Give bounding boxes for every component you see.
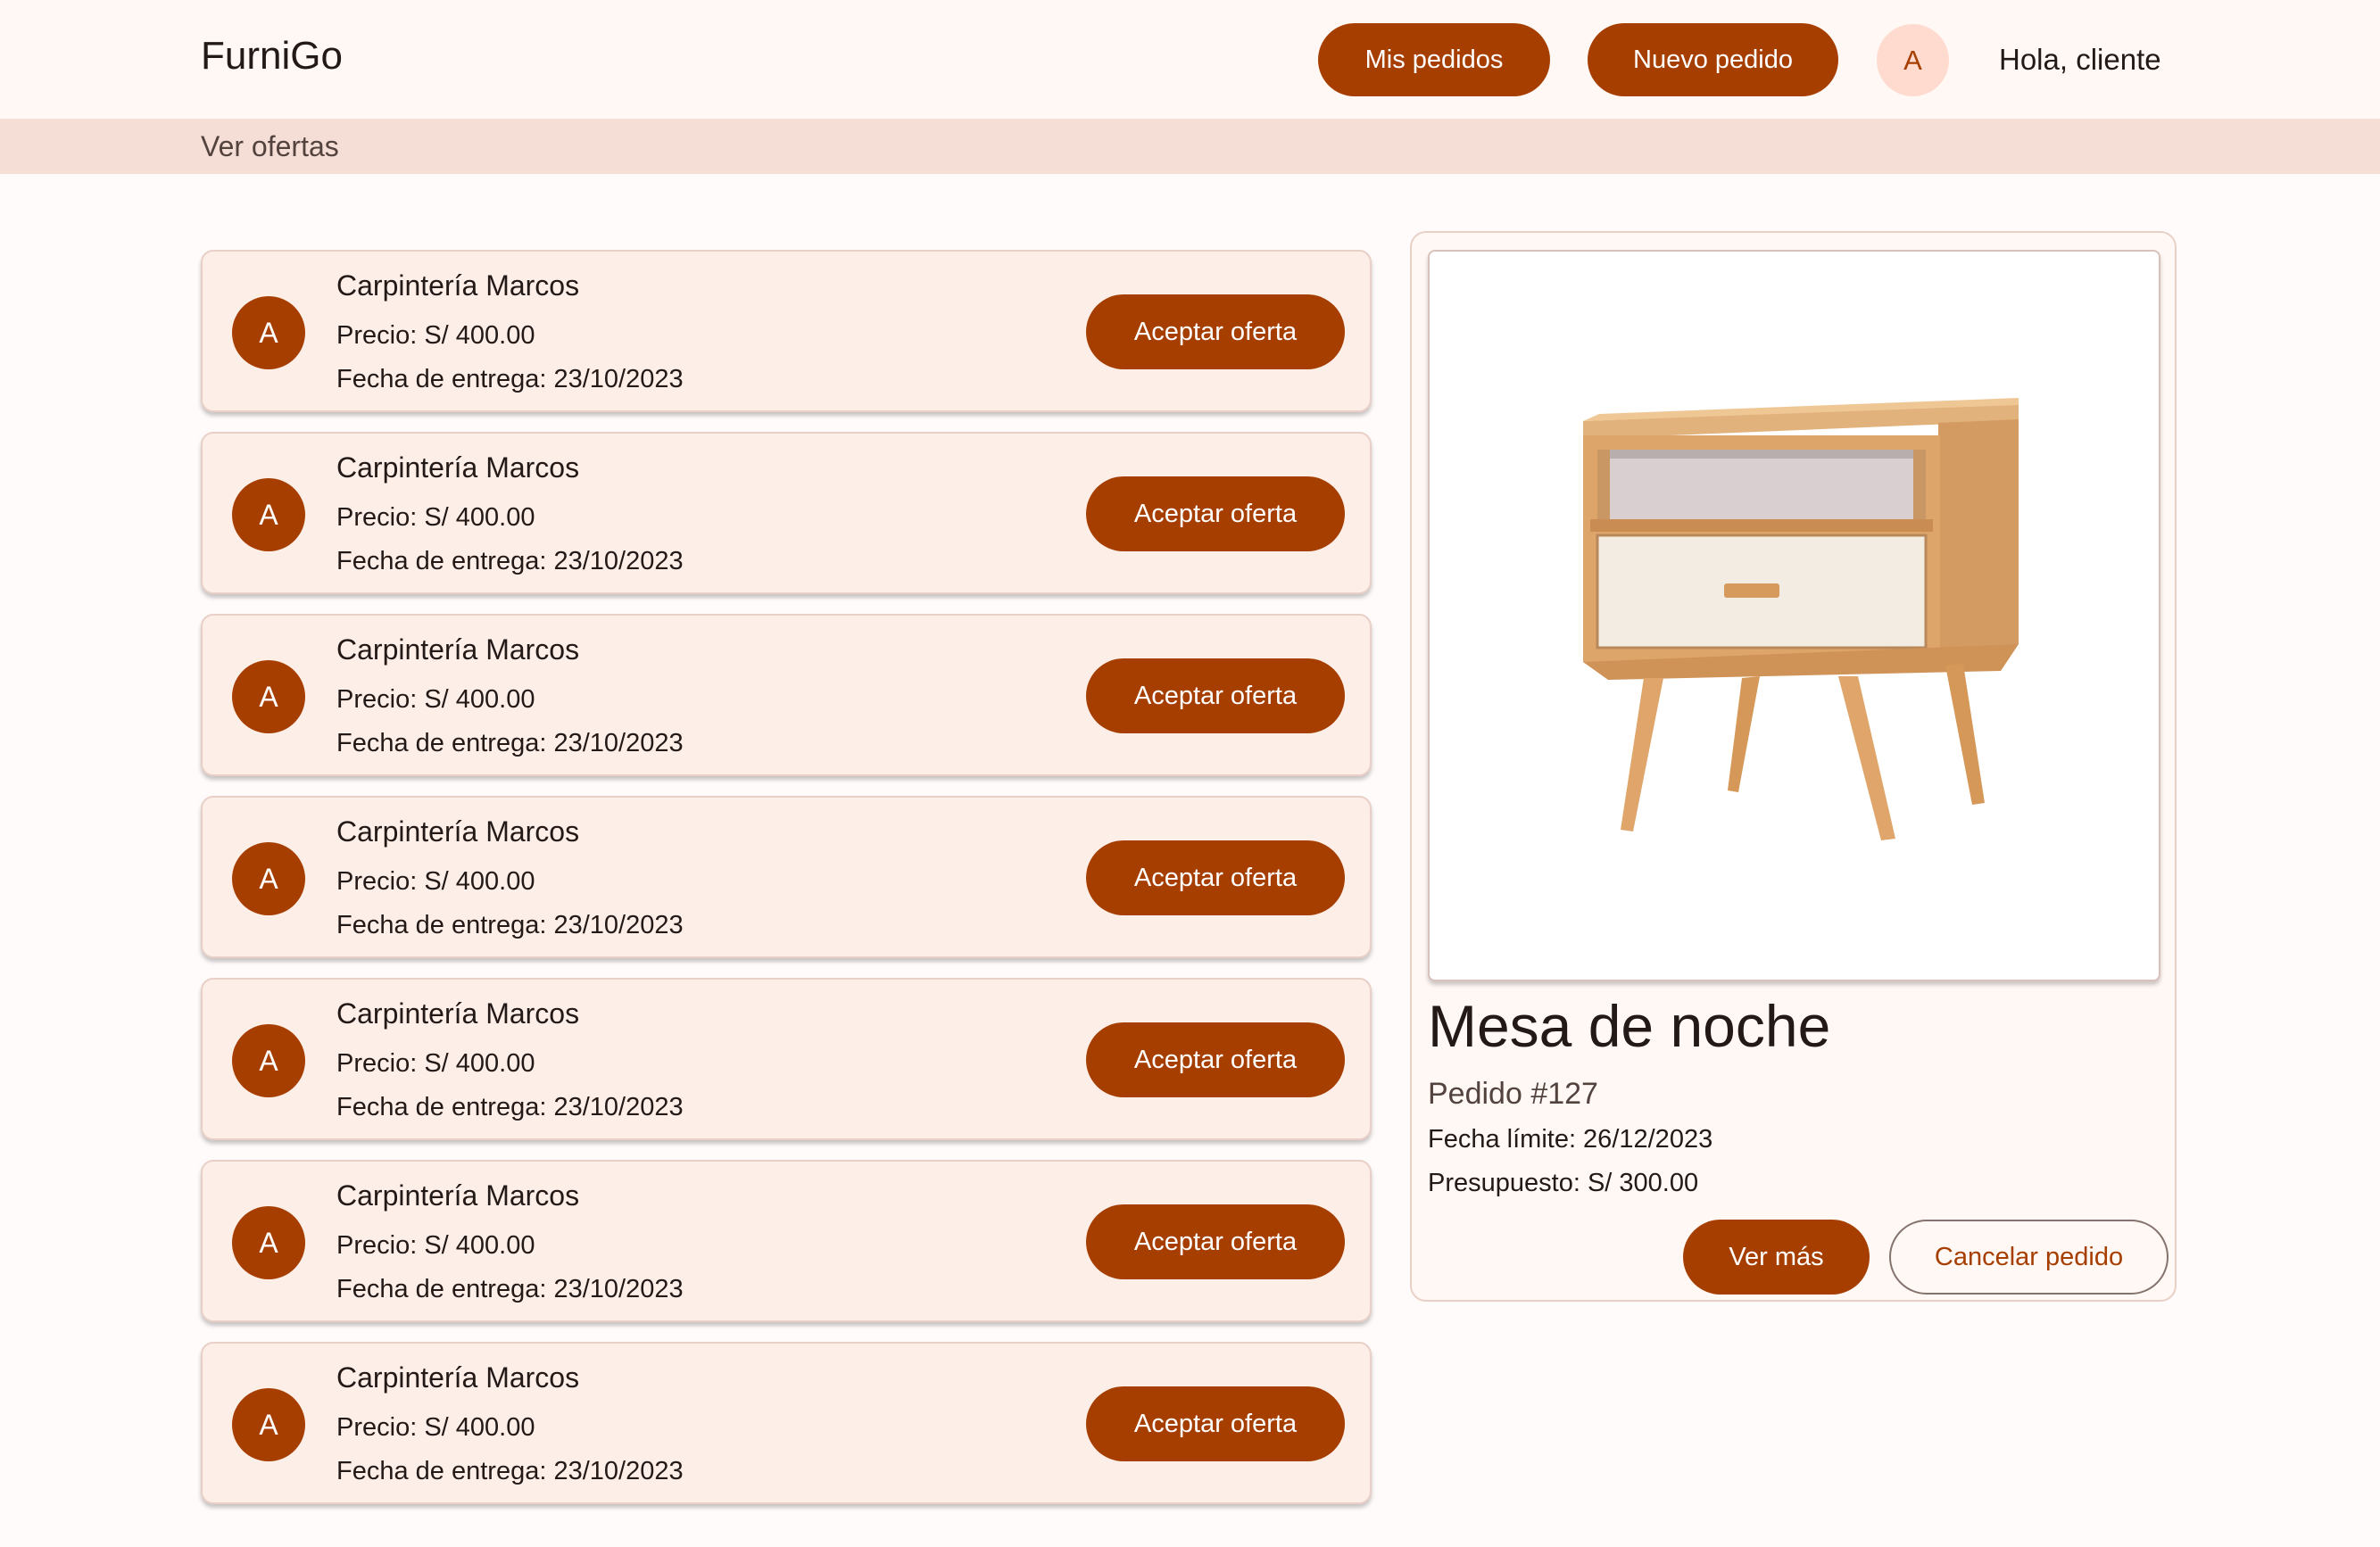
carpenter-name: Carpintería Marcos xyxy=(336,815,580,848)
user-avatar[interactable]: A xyxy=(1877,24,1949,96)
my-orders-button[interactable]: Mis pedidos xyxy=(1318,23,1550,96)
offer-price: Precio: S/ 400.00 xyxy=(336,1049,535,1078)
offer-card: A Carpintería Marcos Precio: S/ 400.00 F… xyxy=(201,614,1372,776)
offer-price: Precio: S/ 400.00 xyxy=(336,321,535,350)
carpenter-name: Carpintería Marcos xyxy=(336,1179,580,1212)
accept-offer-button[interactable]: Aceptar oferta xyxy=(1086,840,1345,915)
offer-price: Precio: S/ 400.00 xyxy=(336,503,535,532)
offer-delivery-date: Fecha de entrega: 23/10/2023 xyxy=(336,1093,684,1121)
carpenter-avatar: A xyxy=(232,478,305,551)
view-more-button[interactable]: Ver más xyxy=(1683,1220,1870,1295)
accept-offer-button[interactable]: Aceptar oferta xyxy=(1086,658,1345,733)
offer-card: A Carpintería Marcos Precio: S/ 400.00 F… xyxy=(201,1342,1372,1504)
offer-price: Precio: S/ 400.00 xyxy=(336,685,535,714)
carpenter-avatar: A xyxy=(232,842,305,915)
carpenter-name: Carpintería Marcos xyxy=(336,451,580,484)
offer-delivery-date: Fecha de entrega: 23/10/2023 xyxy=(336,1275,684,1303)
offer-delivery-date: Fecha de entrega: 23/10/2023 xyxy=(336,547,684,575)
carpenter-name: Carpintería Marcos xyxy=(336,633,580,666)
accept-offer-button[interactable]: Aceptar oferta xyxy=(1086,294,1345,369)
accept-offer-button[interactable]: Aceptar oferta xyxy=(1086,1204,1345,1279)
top-app-bar: FurniGo Mis pedidos Nuevo pedido A Hola,… xyxy=(0,0,2380,119)
offer-price: Precio: S/ 400.00 xyxy=(336,1231,535,1260)
offer-card: A Carpintería Marcos Precio: S/ 400.00 F… xyxy=(201,250,1372,412)
offer-price: Precio: S/ 400.00 xyxy=(336,867,535,896)
page-title-bar xyxy=(0,119,2380,174)
offer-price: Precio: S/ 400.00 xyxy=(336,1413,535,1442)
accept-offer-button[interactable]: Aceptar oferta xyxy=(1086,476,1345,551)
product-image xyxy=(1428,250,2160,981)
order-budget: Presupuesto: S/ 300.00 xyxy=(1428,1169,1699,1197)
brand-logo[interactable]: FurniGo xyxy=(201,34,343,79)
carpenter-name: Carpintería Marcos xyxy=(336,997,580,1030)
offer-delivery-date: Fecha de entrega: 23/10/2023 xyxy=(336,1457,684,1485)
nightstand-illustration xyxy=(1583,398,2019,840)
accept-offer-button[interactable]: Aceptar oferta xyxy=(1086,1386,1345,1461)
carpenter-avatar: A xyxy=(232,1388,305,1461)
cancel-order-button[interactable]: Cancelar pedido xyxy=(1889,1220,2169,1295)
offer-card: A Carpintería Marcos Precio: S/ 400.00 F… xyxy=(201,978,1372,1140)
carpenter-avatar: A xyxy=(232,660,305,733)
offer-delivery-date: Fecha de entrega: 23/10/2023 xyxy=(336,729,684,757)
order-detail-card: Mesa de noche Pedido #127 Fecha límite: … xyxy=(1410,231,2177,1302)
accept-offer-button[interactable]: Aceptar oferta xyxy=(1086,1022,1345,1097)
offer-card: A Carpintería Marcos Precio: S/ 400.00 F… xyxy=(201,1160,1372,1322)
carpenter-name: Carpintería Marcos xyxy=(336,1361,580,1394)
offer-delivery-date: Fecha de entrega: 23/10/2023 xyxy=(336,911,684,939)
page-title: Ver ofertas xyxy=(201,130,339,162)
offer-card: A Carpintería Marcos Precio: S/ 400.00 F… xyxy=(201,796,1372,958)
order-deadline: Fecha límite: 26/12/2023 xyxy=(1428,1125,1713,1154)
carpenter-name: Carpintería Marcos xyxy=(336,269,580,302)
user-greeting: Hola, cliente xyxy=(1999,43,2161,76)
offer-card: A Carpintería Marcos Precio: S/ 400.00 F… xyxy=(201,432,1372,594)
carpenter-avatar: A xyxy=(232,1206,305,1279)
offer-delivery-date: Fecha de entrega: 23/10/2023 xyxy=(336,365,684,393)
carpenter-avatar: A xyxy=(232,296,305,369)
order-number: Pedido #127 xyxy=(1428,1077,1598,1111)
order-title: Mesa de noche xyxy=(1428,993,1831,1059)
carpenter-avatar: A xyxy=(232,1024,305,1097)
new-order-button[interactable]: Nuevo pedido xyxy=(1588,23,1838,96)
